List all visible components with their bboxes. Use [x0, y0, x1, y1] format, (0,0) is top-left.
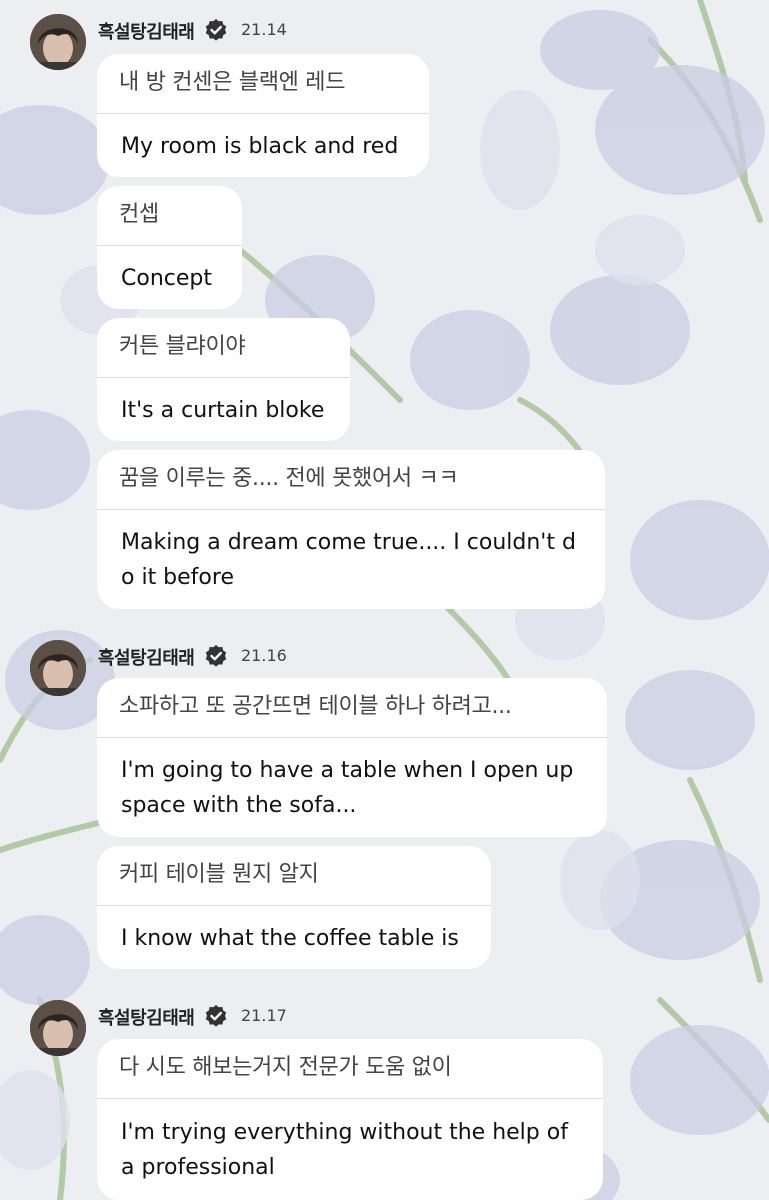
korean-text: 소파하고 또 공간뜨면 테이블 하나 하려고... [119, 694, 512, 719]
timestamp: 21.14 [241, 20, 287, 39]
translation-text: I know what the coffee table is [121, 926, 459, 951]
timestamp: 21.16 [241, 646, 287, 665]
korean-text: 다 시도 해보는거지 전문가 도움 없이 [119, 1055, 452, 1080]
timestamp: 21.17 [241, 1006, 287, 1025]
message-bubble[interactable]: 커피 테이블 뭔지 알지 I know what the coffee tabl… [97, 846, 491, 969]
message-bubble[interactable]: 꿈을 이루는 중.... 전에 못했어서 ㅋㅋ Making a dream c… [97, 450, 605, 609]
translation-text: Making a dream come true.... I couldn't … [121, 530, 576, 590]
translation-text: Concept [121, 266, 212, 291]
korean-text: 컨셉 [119, 202, 159, 227]
translation-text: I'm trying everything without the help o… [121, 1120, 568, 1180]
divider [97, 509, 605, 510]
message-bubble[interactable]: 다 시도 해보는거지 전문가 도움 없이 I'm trying everythi… [97, 1039, 603, 1200]
username[interactable]: 흑설탕김태래 [98, 1004, 195, 1030]
translation-text: I'm going to have a table when I open up… [121, 758, 574, 818]
korean-text: 내 방 컨센은 블랙엔 레드 [119, 70, 346, 95]
avatar[interactable] [30, 640, 86, 696]
message-bubble[interactable]: 컨셉 Concept [97, 186, 242, 309]
username[interactable]: 흑설탕김태래 [98, 18, 195, 44]
korean-text: 꿈을 이루는 중.... 전에 못했어서 ㅋㅋ [119, 466, 459, 491]
avatar-image [30, 14, 86, 70]
divider [97, 905, 491, 906]
translation-text: My room is black and red [121, 134, 399, 159]
korean-text: 커피 테이블 뭔지 알지 [119, 862, 319, 887]
korean-text: 커튼 블랴이야 [119, 334, 246, 359]
divider [97, 377, 350, 378]
verified-badge-icon [205, 645, 227, 667]
message-bubble[interactable]: 커튼 블랴이야 It's a curtain bloke [97, 318, 350, 441]
avatar-image [30, 640, 86, 696]
username[interactable]: 흑설탕김태래 [98, 644, 195, 670]
message-bubble[interactable]: 내 방 컨센은 블랙엔 레드 My room is black and red [97, 54, 429, 177]
avatar-image [30, 1000, 86, 1056]
verified-badge-icon [205, 1005, 227, 1027]
avatar[interactable] [30, 14, 86, 70]
message-bubble[interactable]: 소파하고 또 공간뜨면 테이블 하나 하려고... I'm going to h… [97, 678, 607, 837]
divider [97, 1098, 603, 1099]
avatar[interactable] [30, 1000, 86, 1056]
translation-text: It's a curtain bloke [121, 398, 325, 423]
divider [97, 113, 429, 114]
divider [97, 245, 242, 246]
verified-badge-icon [205, 19, 227, 41]
divider [97, 737, 607, 738]
